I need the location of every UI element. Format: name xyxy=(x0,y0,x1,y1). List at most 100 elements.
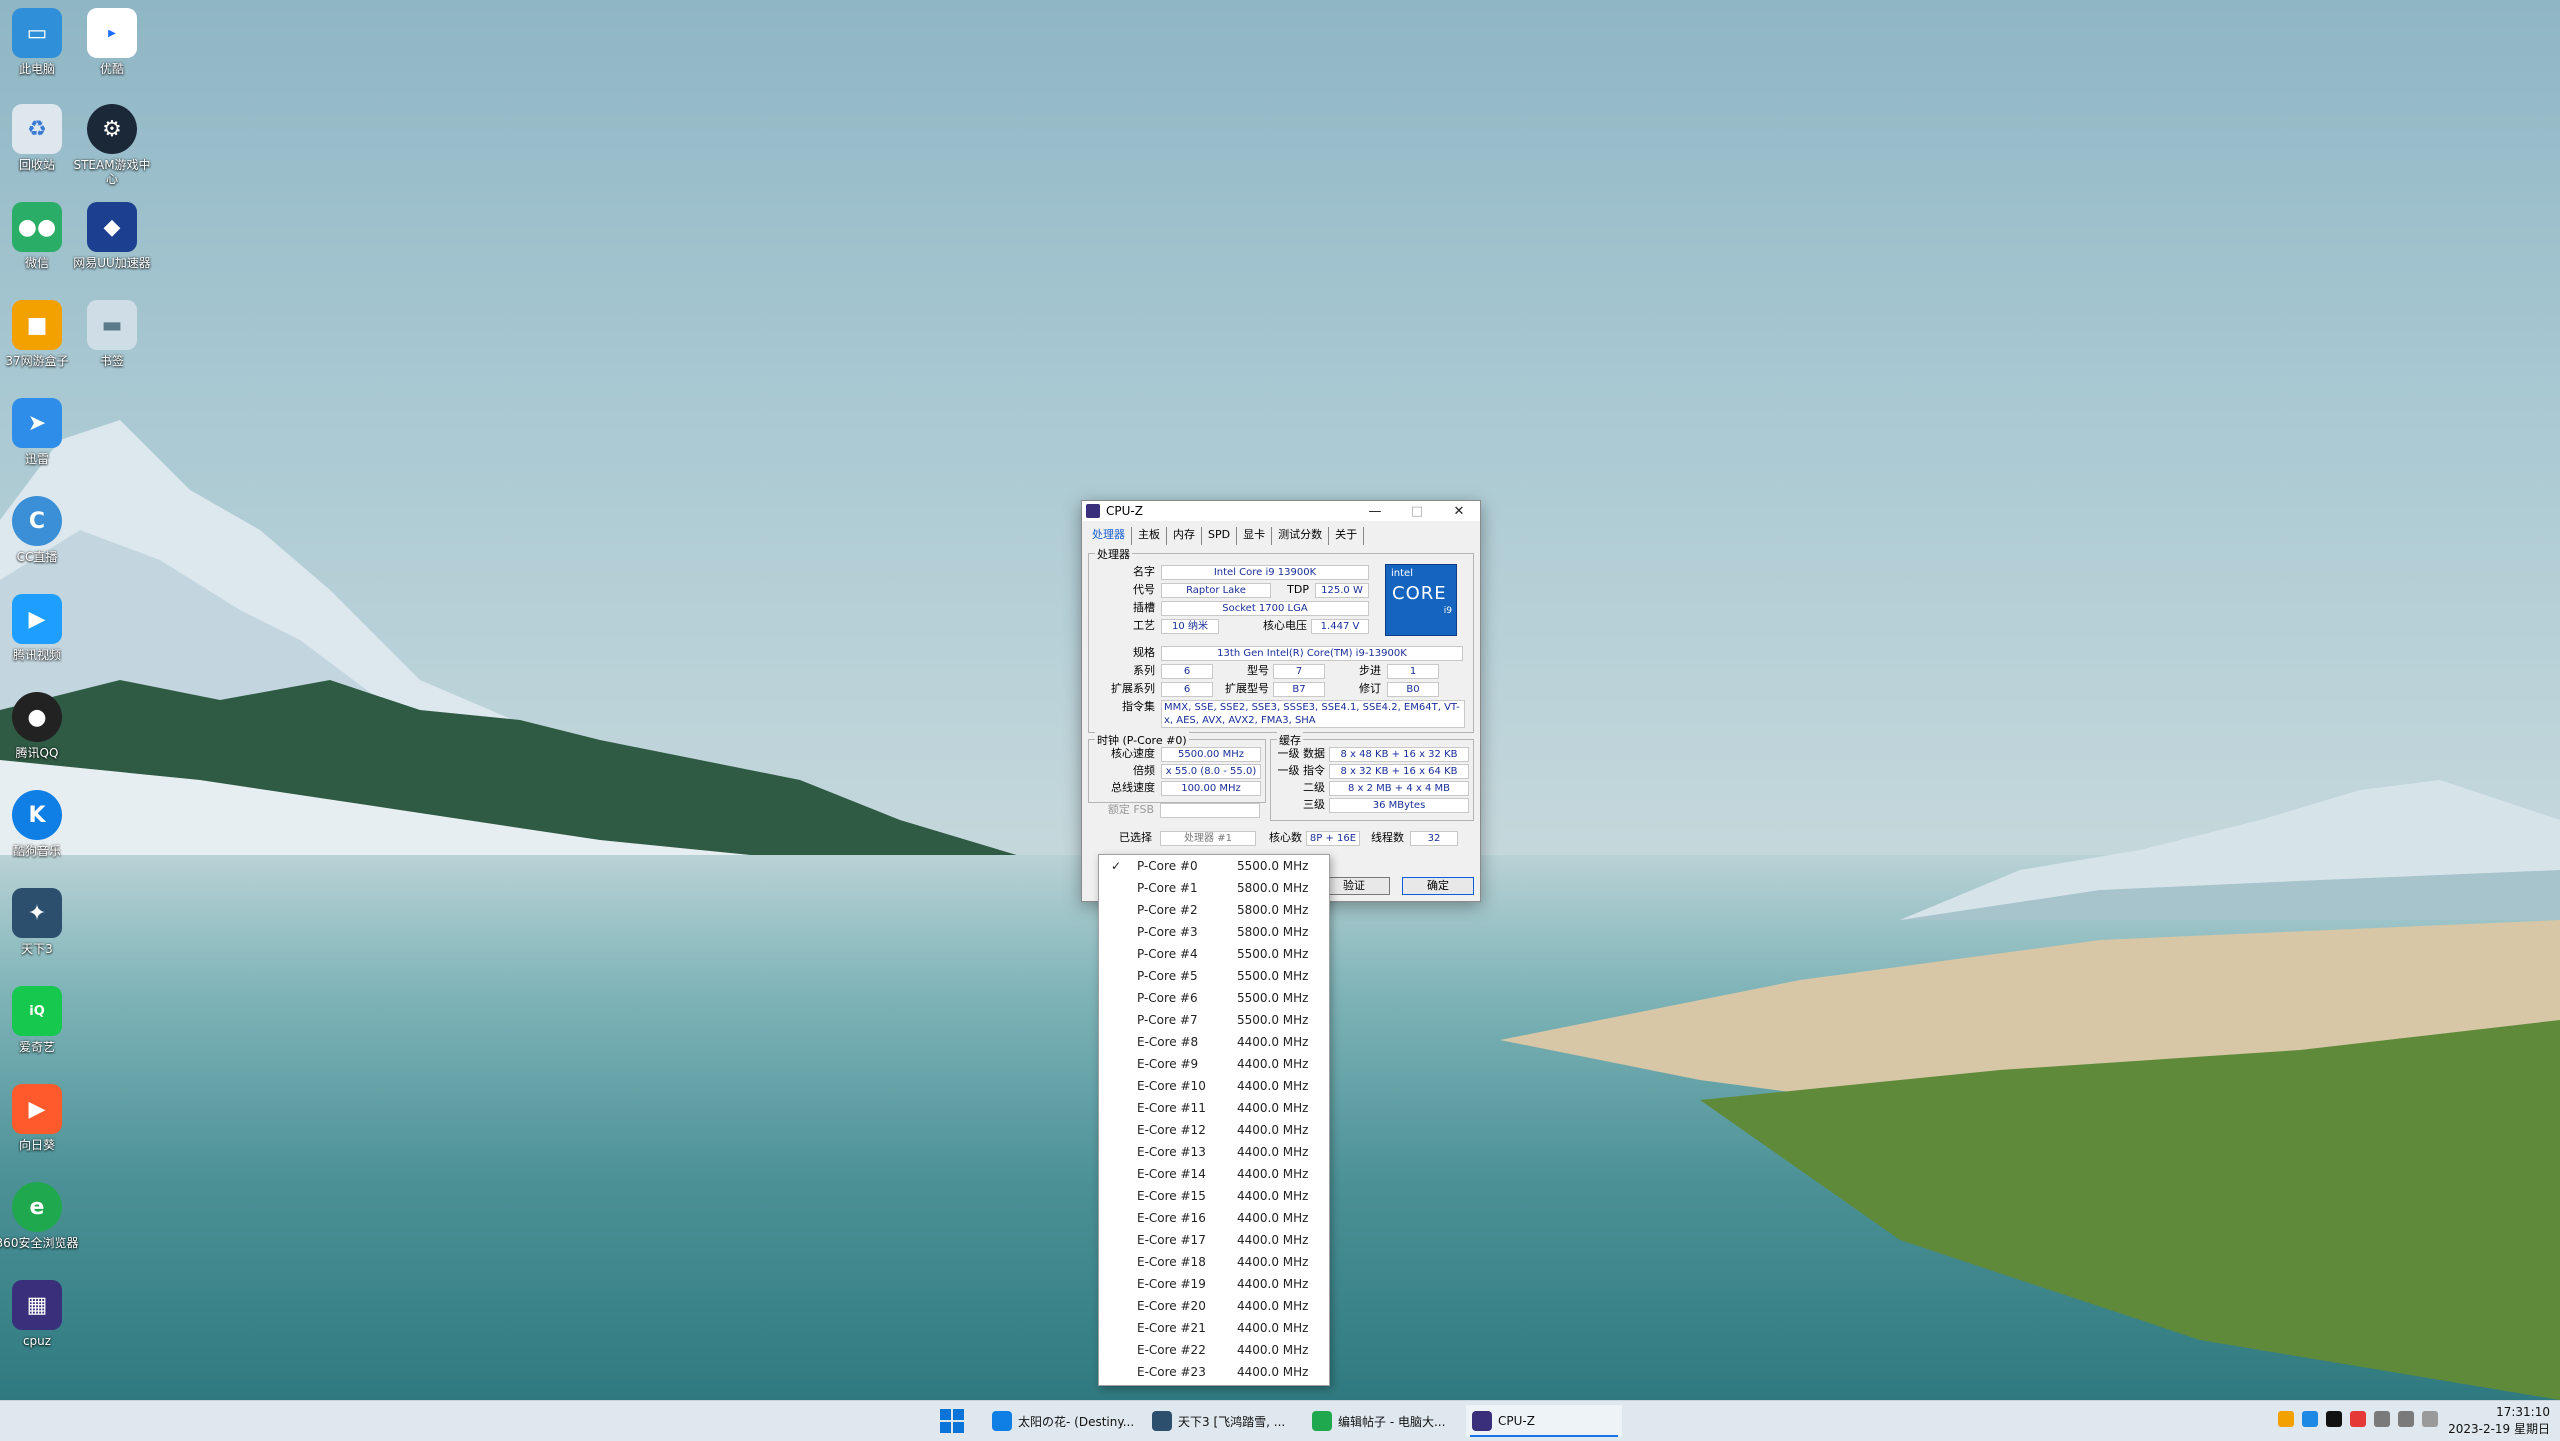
desktop-icon-iqiyi[interactable]: iQ 爱奇艺 xyxy=(0,986,79,1054)
cache-group: 缓存 一级 数据 8 x 48 KB + 16 x 32 KB 一级 指令 8 … xyxy=(1270,732,1474,821)
tab-graphics[interactable]: 显卡 xyxy=(1237,527,1273,545)
core-frequency: 4400.0 MHz xyxy=(1237,1255,1309,1269)
core-menu-item[interactable]: E-Core #15 4400.0 MHz xyxy=(1099,1185,1329,1207)
desktop-icon-cc-live[interactable]: C CC直播 xyxy=(0,496,79,564)
core-name: E-Core #23 xyxy=(1137,1365,1206,1379)
minimize-button[interactable]: — xyxy=(1354,501,1396,521)
core-menu-item[interactable]: E-Core #10 4400.0 MHz xyxy=(1099,1075,1329,1097)
desktop-icon-label: 腾讯视频 xyxy=(12,648,61,662)
qq-penguin-icon: ● xyxy=(12,692,62,742)
stepping-value: 1 xyxy=(1387,664,1439,679)
rated-fsb-value xyxy=(1160,803,1260,818)
tab-about[interactable]: 关于 xyxy=(1329,527,1365,545)
taskbar-item-cpuz[interactable]: CPU-Z xyxy=(1466,1405,1622,1437)
core-menu-item[interactable]: E-Core #23 4400.0 MHz xyxy=(1099,1361,1329,1383)
cpuz-chip-icon: ▦ xyxy=(12,1280,62,1330)
desktop-icon-360-browser[interactable]: e 360安全浏览器 xyxy=(0,1182,79,1250)
threads-value: 32 xyxy=(1410,831,1458,846)
core-name: E-Core #20 xyxy=(1137,1299,1206,1313)
core-frequency: 4400.0 MHz xyxy=(1237,1145,1309,1159)
tray-nvidia-icon[interactable] xyxy=(2326,1411,2342,1427)
core-menu-item[interactable]: E-Core #20 4400.0 MHz xyxy=(1099,1295,1329,1317)
core-name: E-Core #16 xyxy=(1137,1211,1206,1225)
tab-spd[interactable]: SPD xyxy=(1202,527,1238,545)
desktop-icon-tencent-video[interactable]: ▶ 腾讯视频 xyxy=(0,594,79,662)
tray-kugou-icon[interactable] xyxy=(2302,1411,2318,1427)
ext-family-value: 6 xyxy=(1161,682,1213,697)
core-menu-item[interactable]: ✓ P-Core #0 5500.0 MHz xyxy=(1099,855,1329,877)
desktop-icon-kugou[interactable]: K 酷狗音乐 xyxy=(0,790,79,858)
tray-volume-icon[interactable] xyxy=(2398,1411,2414,1427)
tab-processor[interactable]: 处理器 xyxy=(1086,527,1132,545)
core-menu-item[interactable]: P-Core #4 5500.0 MHz xyxy=(1099,943,1329,965)
desktop-icon-wechat[interactable]: ●● 微信 xyxy=(0,202,79,270)
core-name: P-Core #2 xyxy=(1137,903,1198,917)
tray-input-method-icon[interactable] xyxy=(2422,1411,2438,1427)
core-menu-item[interactable]: P-Core #5 5500.0 MHz xyxy=(1099,965,1329,987)
core-menu-item[interactable]: P-Core #7 5500.0 MHz xyxy=(1099,1009,1329,1031)
tray-network-icon[interactable] xyxy=(2374,1411,2390,1427)
desktop-icon-steam[interactable]: ⚙ STEAM游戏中心 xyxy=(70,104,154,186)
cpuz-window-title: CPU-Z xyxy=(1106,504,1143,518)
taskbar-item-tianxia3[interactable]: 天下3 [飞鸿踏雪, ... xyxy=(1146,1405,1298,1437)
core-name: P-Core #6 xyxy=(1137,991,1198,1005)
processor-selector-dropdown[interactable]: 处理器 #1 xyxy=(1160,831,1256,846)
close-button[interactable]: ✕ xyxy=(1438,501,1480,521)
desktop-icon-label: 微信 xyxy=(24,256,49,270)
desktop-icon-youku[interactable]: ▶ 优酷 xyxy=(70,8,154,76)
core-menu-item[interactable]: P-Core #2 5800.0 MHz xyxy=(1099,899,1329,921)
core-menu-item[interactable]: E-Core #12 4400.0 MHz xyxy=(1099,1119,1329,1141)
desktop-icon-tianxia3[interactable]: ✦ 天下3 xyxy=(0,888,79,956)
youku-icon: ▶ xyxy=(87,8,137,58)
core-frequency: 5800.0 MHz xyxy=(1237,925,1309,939)
desktop-icon-recycle-bin[interactable]: ♻ 回收站 xyxy=(0,104,79,172)
core-brand-text: CORE xyxy=(1392,583,1447,604)
core-menu-item[interactable]: E-Core #8 4400.0 MHz xyxy=(1099,1031,1329,1053)
tab-bench[interactable]: 测试分数 xyxy=(1272,527,1330,545)
core-menu-item[interactable]: E-Core #9 4400.0 MHz xyxy=(1099,1053,1329,1075)
windows-start-icon[interactable] xyxy=(940,1409,964,1433)
ok-button[interactable]: 确定 xyxy=(1402,877,1474,895)
cpuz-tabs: 处理器 主板 内存 SPD 显卡 测试分数 关于 xyxy=(1082,521,1480,545)
core-menu-item[interactable]: E-Core #21 4400.0 MHz xyxy=(1099,1317,1329,1339)
core-menu-item[interactable]: E-Core #16 4400.0 MHz xyxy=(1099,1207,1329,1229)
clock-time: 17:31:10 xyxy=(2496,1405,2550,1419)
taskbar-clock[interactable]: 17:31:10 2023-2-19 星期日 xyxy=(2448,1404,2550,1438)
core-menu-item[interactable]: E-Core #14 4400.0 MHz xyxy=(1099,1163,1329,1185)
maximize-button[interactable]: □ xyxy=(1396,501,1438,521)
core-menu-item[interactable]: P-Core #6 5500.0 MHz xyxy=(1099,987,1329,1009)
tray-qq-icon[interactable] xyxy=(2278,1411,2294,1427)
tab-mainboard[interactable]: 主板 xyxy=(1132,527,1167,545)
core-menu-item[interactable]: P-Core #3 5800.0 MHz xyxy=(1099,921,1329,943)
cpuz-titlebar[interactable]: CPU-Z — □ ✕ xyxy=(1082,501,1480,521)
taskbar-item-360-browser[interactable]: 编辑帖子 - 电脑大... xyxy=(1306,1405,1458,1437)
desktop-icon-bookmark[interactable]: ▬ 书签 xyxy=(70,300,154,368)
threads-label: 线程数 xyxy=(1371,831,1404,844)
codename-value: Raptor Lake xyxy=(1161,583,1271,598)
desktop-icon-sunlogin[interactable]: ▶ 向日葵 xyxy=(0,1084,79,1152)
core-menu-item[interactable]: E-Core #18 4400.0 MHz xyxy=(1099,1251,1329,1273)
desktop-icon-37-game-box[interactable]: ■ 37网游盒子 xyxy=(0,300,79,368)
revision-label: 修订 xyxy=(1359,682,1381,695)
core-menu-item[interactable]: P-Core #1 5800.0 MHz xyxy=(1099,877,1329,899)
desktop-icon-this-pc[interactable]: ▭ 此电脑 xyxy=(0,8,79,76)
core-menu-item[interactable]: E-Core #13 4400.0 MHz xyxy=(1099,1141,1329,1163)
taskbar-item-kugou[interactable]: 太阳の花- (Destiny... xyxy=(986,1405,1138,1437)
core-menu-item[interactable]: E-Core #11 4400.0 MHz xyxy=(1099,1097,1329,1119)
core-frequency: 5800.0 MHz xyxy=(1237,881,1309,895)
core-menu-item[interactable]: E-Core #17 4400.0 MHz xyxy=(1099,1229,1329,1251)
tab-memory[interactable]: 内存 xyxy=(1167,527,1202,545)
core-frequency: 5500.0 MHz xyxy=(1237,969,1309,983)
tray-sunlogin-icon[interactable] xyxy=(2350,1411,2366,1427)
desktop-icon-qq[interactable]: ● 腾讯QQ xyxy=(0,692,79,760)
desktop-icon-cpuz[interactable]: ▦ cpuz xyxy=(0,1280,79,1348)
desktop-icon-xunlei[interactable]: ➤ 迅雷 xyxy=(0,398,79,466)
desktop-icon-label: 优酷 xyxy=(99,62,124,76)
l2-label: 二级 xyxy=(1303,781,1325,794)
name-value: Intel Core i9 13900K xyxy=(1161,565,1369,580)
core-frequency: 5800.0 MHz xyxy=(1237,903,1309,917)
core-menu-item[interactable]: E-Core #19 4400.0 MHz xyxy=(1099,1273,1329,1295)
core-menu-item[interactable]: E-Core #22 4400.0 MHz xyxy=(1099,1339,1329,1361)
desktop-icon-uu-accelerator[interactable]: ◆ 网易UU加速器 xyxy=(70,202,154,270)
desktop-icon-label: 书签 xyxy=(99,354,124,368)
